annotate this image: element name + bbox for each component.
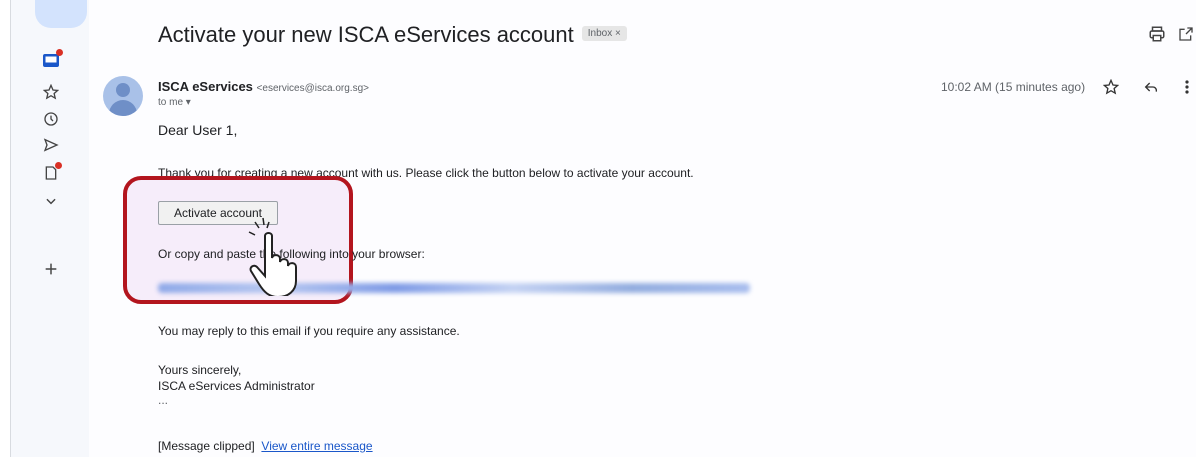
subject-text: Activate your new ISCA eServices account — [158, 22, 574, 47]
inbox-label-chip[interactable]: Inbox × — [581, 25, 627, 41]
chevron-down-icon[interactable] — [40, 190, 62, 212]
signature: ISCA eServices Administrator — [158, 379, 315, 393]
inbox-icon[interactable] — [40, 49, 63, 72]
send-icon[interactable] — [40, 134, 62, 156]
more-options-icon[interactable] — [1176, 76, 1196, 98]
pointer-hand-icon — [247, 216, 319, 301]
greeting: Dear User 1, — [158, 122, 238, 138]
trimmed-content-ellipsis[interactable]: ... — [158, 393, 168, 407]
compose-pill[interactable] — [35, 0, 87, 28]
clipped-label: [Message clipped] — [158, 439, 255, 453]
sender-email: <eservices@isca.org.sg> — [256, 83, 369, 94]
draft-badge — [55, 162, 62, 169]
unread-badge — [56, 49, 63, 56]
email-subject: Activate your new ISCA eServices account… — [158, 22, 627, 48]
star-message-icon[interactable] — [1100, 76, 1122, 98]
star-icon[interactable] — [40, 81, 62, 103]
clipped-notice: [Message clipped] View entire message — [158, 439, 373, 453]
avatar — [103, 76, 143, 116]
sender-name: ISCA eServices — [158, 79, 253, 94]
recipient-toggle[interactable]: to me ▾ — [158, 97, 191, 108]
reply-icon[interactable] — [1140, 76, 1162, 98]
timestamp: 10:02 AM (15 minutes ago) — [941, 80, 1086, 94]
draft-icon[interactable] — [40, 162, 62, 184]
clock-icon[interactable] — [40, 108, 62, 130]
plus-icon[interactable] — [40, 258, 62, 280]
open-in-new-window-icon[interactable] — [1175, 23, 1196, 45]
view-entire-message-link[interactable]: View entire message — [261, 439, 372, 453]
sender-line: ISCA eServices <eservices@isca.org.sg> — [158, 79, 369, 94]
print-icon[interactable] — [1146, 23, 1168, 45]
signoff: Yours sincerely, — [158, 363, 242, 377]
body-assistance: You may reply to this email if you requi… — [158, 324, 460, 338]
